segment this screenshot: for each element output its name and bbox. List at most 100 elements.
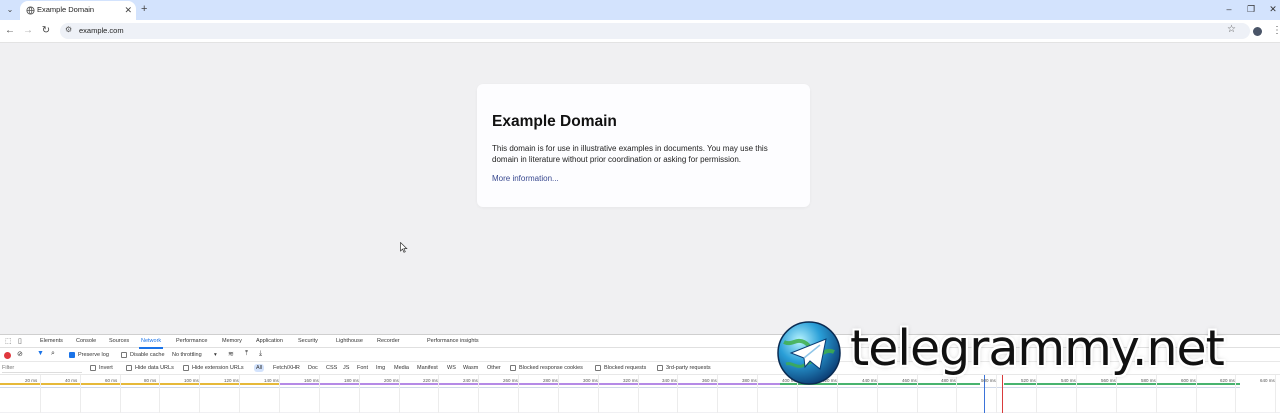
telegram-globe-logo [777,321,841,385]
chevron-down-icon[interactable]: ▾ [214,352,217,358]
type-filter-ws[interactable]: WS [445,364,458,372]
tab-sources[interactable]: Sources [109,338,129,344]
type-filter-manifest[interactable]: Manifest [415,364,440,372]
tab-performance[interactable]: Performance [176,338,208,344]
timeline-gridline [159,375,160,413]
timeline-gridline [677,375,678,413]
blocked-requests-label: Blocked requests [604,365,647,371]
timeline-gridline [438,375,439,413]
tab-title: Example Domain [37,5,95,14]
close-tab-icon[interactable]: ✕ [124,4,132,16]
timeline-bar-loading [280,383,780,385]
tab-security[interactable]: Security [298,338,318,344]
timeline-tick-label: 340 ms [662,378,677,383]
tab-search-button[interactable]: ⌄ [4,4,16,16]
timeline-tick-label: 140 ms [264,378,279,383]
mouse-cursor-icon [400,242,408,253]
forward-button[interactable]: → [22,25,34,37]
throttling-select[interactable]: No throttling [172,352,202,358]
page-viewport: Example Domain This domain is for use in… [0,44,1280,334]
type-filter-css[interactable]: CSS [324,364,339,372]
timeline-tick-label: 180 ms [344,378,359,383]
timeline-gridline [40,375,41,413]
timeline-gridline [558,375,559,413]
tab-application[interactable]: Application [256,338,283,344]
type-filter-fetch-xhr[interactable]: Fetch/XHR [271,364,302,372]
timeline-tick-label: 80 ms [144,378,157,383]
inspect-element-icon[interactable]: ⬚ [5,337,12,345]
page-body-text: This domain is for use in illustrative e… [492,144,768,164]
tab-recorder[interactable]: Recorder [377,338,400,344]
timeline-tick-label: 120 ms [224,378,239,383]
type-filter-wasm[interactable]: Wasm [461,364,480,372]
minimize-button[interactable]: – [1222,3,1236,15]
profile-avatar-icon[interactable] [1253,27,1262,36]
timeline-gridline [638,375,639,413]
type-filter-font[interactable]: Font [355,364,370,372]
third-party-checkbox[interactable] [657,365,663,371]
disable-cache-checkbox[interactable] [121,352,127,358]
hide-data-urls-checkbox[interactable] [126,365,132,371]
timeline-tick-label: 220 ms [423,378,438,383]
clear-icon[interactable]: ⊘ [17,350,23,358]
type-filter-doc[interactable]: Doc [306,364,320,372]
more-information-link[interactable]: More information... [492,174,559,183]
tab-memory[interactable]: Memory [222,338,242,344]
hide-extension-urls-label: Hide extension URLs [192,365,244,371]
network-conditions-icon[interactable]: ≋ [228,350,234,358]
preserve-log-label: Preserve log [78,352,109,358]
timeline-tick-label: 380 ms [742,378,757,383]
type-filter-other[interactable]: Other [485,364,503,372]
timeline-gridline [80,375,81,413]
timeline-tick-label: 360 ms [702,378,717,383]
back-button[interactable]: ← [4,25,16,37]
timeline-gridline [319,375,320,413]
blocked-requests-checkbox[interactable] [595,365,601,371]
globe-icon [26,6,35,15]
device-toolbar-icon[interactable]: ▯ [18,337,22,345]
filter-icon[interactable]: ▼ [37,350,44,357]
bookmark-star-icon[interactable]: ☆ [1227,24,1236,35]
timeline-bar-waiting [0,383,280,385]
timeline-tick-label: 40 ms [65,378,78,383]
browser-tab[interactable]: Example Domain ✕ [20,1,136,20]
type-filter-all[interactable]: All [254,364,265,372]
tab-performance-insights[interactable]: Performance insights [427,338,479,344]
timeline-gridline [518,375,519,413]
filter-input[interactable] [2,364,82,373]
type-filter-img[interactable]: Img [374,364,387,372]
timeline-tick-label: 200 ms [384,378,399,383]
tab-lighthouse[interactable]: Lighthouse [336,338,363,344]
tab-console[interactable]: Console [76,338,96,344]
invert-checkbox[interactable] [90,365,96,371]
restore-button[interactable]: ❐ [1244,3,1258,15]
page-heading: Example Domain [492,113,617,130]
tab-elements[interactable]: Elements [40,338,63,344]
address-bar[interactable]: ⚙ example.com ☆ [60,23,1250,39]
new-tab-button[interactable]: + [141,3,147,15]
timeline-gridline [239,375,240,413]
export-har-icon[interactable]: ⤓ [259,350,262,358]
timeline-tick-label: 100 ms [184,378,199,383]
close-window-button[interactable]: ✕ [1266,3,1280,15]
preserve-log-checkbox[interactable] [69,352,75,358]
timeline-gridline [478,375,479,413]
blocked-cookies-checkbox[interactable] [510,365,516,371]
search-icon[interactable]: ⌕ [51,350,55,358]
type-filter-js[interactable]: JS [341,364,351,372]
reload-button[interactable]: ↻ [40,25,52,37]
timeline-gridline [717,375,718,413]
timeline-tick-label: 160 ms [304,378,319,383]
tab-network[interactable]: Network [138,338,164,349]
timeline-gridline [199,375,200,413]
type-filter-media[interactable]: Media [392,364,411,372]
third-party-label: 3rd-party requests [666,365,711,371]
site-info-icon[interactable]: ⚙ [65,25,72,34]
browser-toolbar: ← → ↻ ⚙ example.com ☆ [0,20,1280,43]
watermark: telegrammy.net [776,318,1276,388]
record-icon[interactable] [4,352,11,359]
import-har-icon[interactable]: ⤒ [245,350,248,358]
hide-extension-urls-checkbox[interactable] [183,365,189,371]
browser-menu-icon[interactable]: ⋮ [1272,25,1280,37]
timeline-gridline [120,375,121,413]
